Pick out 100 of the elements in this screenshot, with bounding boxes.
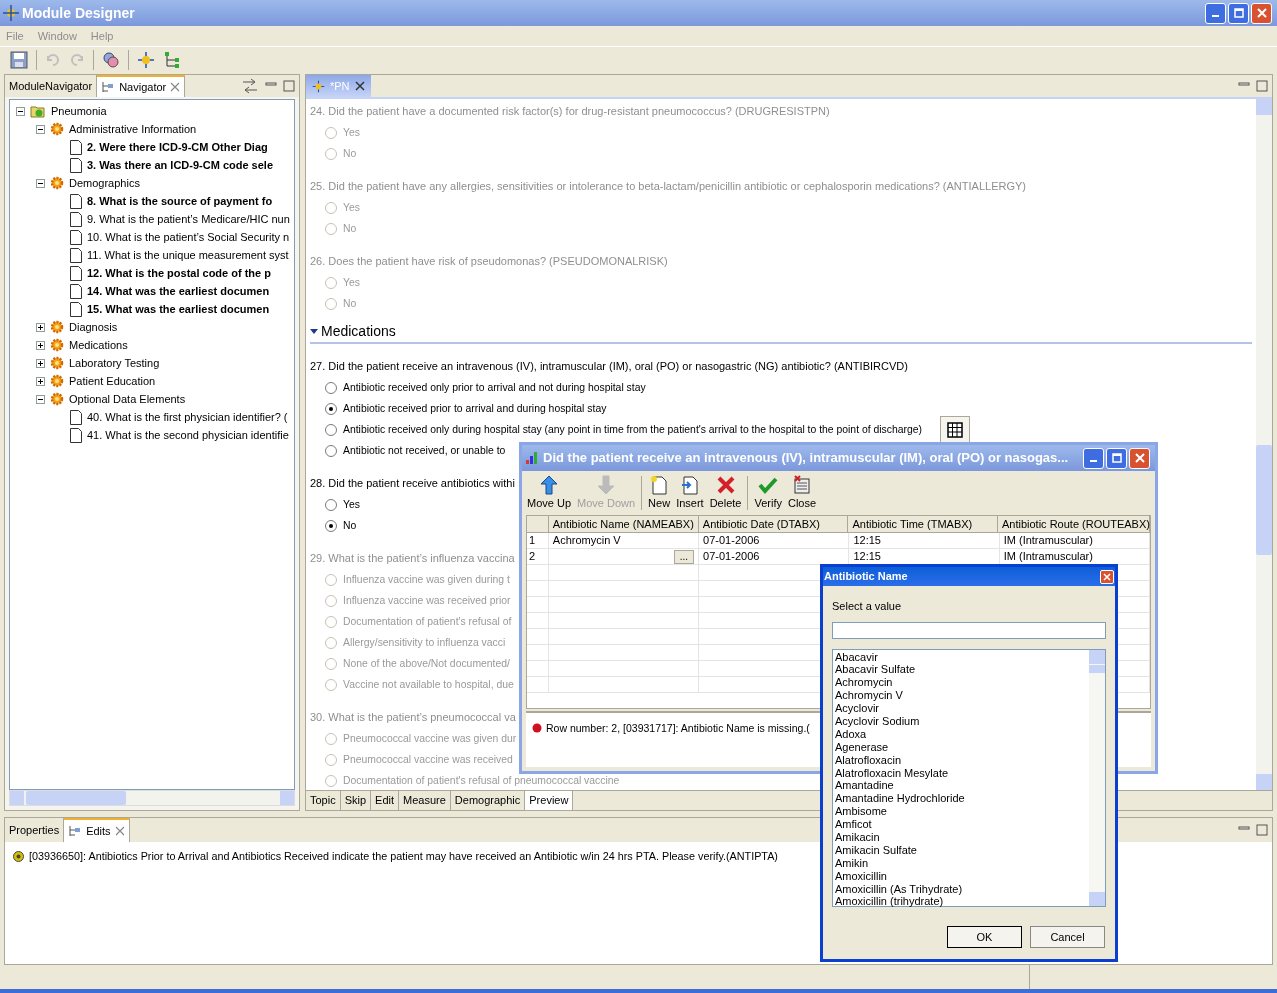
- toolbar-button[interactable]: Move Up: [524, 474, 575, 512]
- radio-button[interactable]: [325, 381, 337, 394]
- radio-button[interactable]: [325, 201, 337, 214]
- hierarchy-icon[interactable]: [163, 50, 181, 69]
- list-item[interactable]: Acyclovir: [835, 702, 1087, 715]
- tree-item[interactable]: 15. What was the earliest documen: [87, 300, 270, 318]
- collapse-icon[interactable]: [36, 394, 45, 404]
- table-button[interactable]: [940, 415, 970, 444]
- radio-button[interactable]: [325, 276, 337, 289]
- radio-button[interactable]: [325, 147, 337, 160]
- close-icon[interactable]: [114, 826, 125, 836]
- radio-button[interactable]: [325, 297, 337, 310]
- horizontal-scrollbar[interactable]: [9, 790, 295, 806]
- radio-button[interactable]: [325, 402, 337, 415]
- list-item[interactable]: Achromycin V: [835, 689, 1087, 703]
- vertical-scrollbar[interactable]: [1089, 649, 1105, 906]
- radio-button[interactable]: [325, 615, 337, 628]
- radio-button[interactable]: [325, 444, 337, 457]
- tree-item[interactable]: 3. Was there an ICD-9-CM code sele: [87, 156, 274, 174]
- close-button[interactable]: [1129, 447, 1150, 469]
- list-item[interactable]: Achromycin: [835, 676, 1087, 690]
- tree-item[interactable]: Patient Education: [69, 372, 156, 390]
- tree-item[interactable]: Diagnosis: [69, 318, 118, 336]
- toolbar-button[interactable]: Verify: [751, 474, 785, 512]
- column-header[interactable]: Antibiotic Route (ROUTEABX): [998, 516, 1150, 532]
- list-item[interactable]: Alatrofloxacin: [835, 753, 1087, 767]
- expand-icon[interactable]: [36, 358, 45, 368]
- link-editor-icon[interactable]: [241, 77, 259, 95]
- close-button[interactable]: [1100, 569, 1114, 584]
- column-header[interactable]: Antibiotic Date (DTABX): [698, 516, 849, 532]
- list-item[interactable]: Agenerase: [835, 740, 1087, 754]
- list-item[interactable]: Alatrofloxacin Mesylate: [835, 766, 1087, 780]
- list-item[interactable]: Abacavir Sulfate: [835, 663, 1087, 677]
- close-icon[interactable]: [170, 82, 181, 92]
- toolbar-button[interactable]: Delete: [706, 474, 745, 512]
- tree-item[interactable]: 2. Were there ICD-9-CM Other Diag: [87, 138, 268, 156]
- list-item[interactable]: Amantadine Hydrochloride: [835, 792, 1087, 806]
- toolbar-button[interactable]: New: [645, 474, 674, 512]
- search-field[interactable]: [832, 621, 1106, 639]
- radio-button[interactable]: [325, 678, 337, 691]
- minimize-button[interactable]: [1205, 2, 1226, 24]
- radio-button[interactable]: [325, 423, 337, 436]
- tree-item[interactable]: 41. What is the second physician identifie: [87, 426, 289, 444]
- radio-button[interactable]: [325, 774, 337, 787]
- collapse-arrow-icon[interactable]: [310, 327, 318, 335]
- expand-icon[interactable]: [36, 340, 45, 350]
- tree-item[interactable]: Pneumonia: [51, 102, 107, 120]
- tree-item[interactable]: 40. What is the first physician identifier? (: [87, 408, 288, 426]
- radio-button[interactable]: [325, 594, 337, 607]
- close-icon[interactable]: [354, 81, 365, 91]
- list-item[interactable]: Amikin: [835, 856, 1087, 870]
- list-item[interactable]: Ambisome: [835, 805, 1087, 819]
- tree-item[interactable]: 12. What is the postal code of the p: [87, 264, 271, 282]
- expand-icon[interactable]: [36, 322, 45, 332]
- list-item[interactable]: Acyclovir Sodium: [835, 714, 1087, 728]
- radio-button[interactable]: [325, 732, 337, 745]
- tree-item[interactable]: Laboratory Testing: [69, 354, 160, 372]
- page-tab[interactable]: Skip: [340, 791, 372, 810]
- page-tab[interactable]: Edit: [371, 791, 400, 810]
- radio-button[interactable]: [325, 573, 337, 586]
- list-item[interactable]: Amikacin: [835, 830, 1087, 844]
- maximize-icon[interactable]: [1256, 824, 1268, 836]
- tree-item[interactable]: 11. What is the unique measurement syst: [87, 246, 289, 264]
- vertical-scrollbar[interactable]: [1256, 99, 1272, 790]
- column-header[interactable]: Antibiotic Time (TMABX): [848, 516, 998, 532]
- list-item[interactable]: Amoxicillin (trihydrate): [835, 895, 1087, 909]
- radio-button[interactable]: [325, 126, 337, 139]
- panel-tab[interactable]: Navigator: [97, 75, 186, 97]
- tree-item[interactable]: 8. What is the source of payment fo: [87, 192, 273, 210]
- tree-item[interactable]: 14. What was the earliest documen: [87, 282, 270, 300]
- tree-item[interactable]: Administrative Information: [69, 120, 197, 138]
- expand-icon[interactable]: [36, 376, 45, 386]
- tree-item[interactable]: 10. What is the patient’s Social Security n: [87, 228, 290, 246]
- toolbar-button[interactable]: Insert: [673, 474, 707, 512]
- close-button[interactable]: [1251, 2, 1272, 24]
- toolbar-button[interactable]: Close: [784, 474, 820, 512]
- page-tab[interactable]: Preview: [525, 791, 574, 810]
- dialog-button[interactable]: Cancel: [1030, 926, 1105, 948]
- list-item[interactable]: Abacavir: [835, 650, 1087, 664]
- list-item[interactable]: Amficot: [835, 818, 1087, 831]
- maximize-icon[interactable]: [283, 80, 295, 92]
- value-list[interactable]: [832, 648, 1106, 907]
- radio-button[interactable]: [325, 222, 337, 235]
- list-item[interactable]: Amoxicillin (As Trihydrate): [835, 882, 1087, 896]
- radio-button[interactable]: [325, 498, 337, 511]
- browse-button[interactable]: ...: [673, 549, 695, 564]
- collapse-icon[interactable]: [36, 124, 45, 134]
- list-item[interactable]: Adoxa: [835, 727, 1087, 741]
- overlapping-circles-icon[interactable]: [102, 50, 120, 69]
- list-item[interactable]: Amikacin Sulfate: [835, 843, 1087, 857]
- collapse-icon[interactable]: [36, 178, 45, 188]
- maximize-icon[interactable]: [1256, 80, 1268, 92]
- page-tab[interactable]: Measure: [399, 791, 451, 810]
- tree-item[interactable]: Demographics: [69, 174, 140, 192]
- minimize-button[interactable]: [1083, 447, 1104, 469]
- radio-button[interactable]: [325, 753, 337, 766]
- collapse-icon[interactable]: [16, 106, 25, 116]
- tree-item[interactable]: 9. What is the patient’s Medicare/HIC nun: [87, 210, 290, 228]
- list-item[interactable]: Amantadine: [835, 779, 1087, 793]
- maximize-button[interactable]: [1106, 447, 1127, 469]
